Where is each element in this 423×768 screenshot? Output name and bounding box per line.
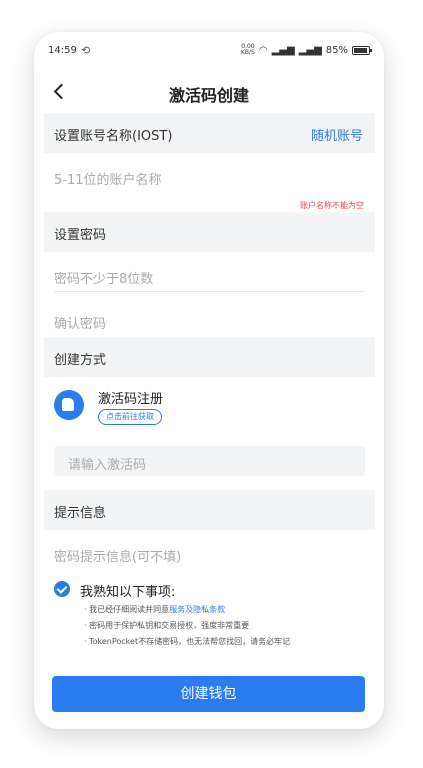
- divider: [54, 291, 365, 292]
- battery-percent: 85%: [325, 44, 348, 56]
- account-name-placeholder: 5-11位的账户名称: [54, 173, 162, 188]
- hint-placeholder: 密码提示信息(可不填): [54, 550, 182, 565]
- signal-icon: ▂▄▆: [271, 44, 295, 56]
- hint-input[interactable]: 密码提示信息(可不填): [54, 532, 365, 576]
- agreement-title: 我熟知以下事项:: [80, 585, 176, 600]
- status-indicators: 0.00 KB/S ◠ ▂▄▆ ▂▄▆ 85%: [241, 44, 372, 56]
- account-name-input[interactable]: 5-11位的账户名称: [54, 155, 365, 199]
- battery-icon: [352, 45, 372, 55]
- hint-section-header: 提示信息: [44, 490, 375, 530]
- hint-label: 提示信息: [54, 506, 107, 521]
- agreement-line-3: · TokenPocket不存储密码，也无法帮您找回，请务必牢记: [84, 637, 291, 646]
- confirm-password-placeholder: 确认密码: [54, 317, 107, 332]
- password-placeholder: 密码不少于8位数: [54, 272, 154, 287]
- activation-option[interactable]: 激活码注册 点击前往获取: [54, 384, 365, 429]
- get-activation-link[interactable]: 点击前往获取: [98, 409, 162, 425]
- status-time: 14:59: [48, 45, 77, 56]
- account-label: 设置账号名称(IOST): [54, 129, 173, 144]
- random-account-link[interactable]: 随机账号: [311, 125, 363, 144]
- tokenpocket-logo-icon: [54, 390, 84, 420]
- sync-icon: ⟲: [81, 44, 91, 57]
- network-speed: 0.00 KB/S: [241, 44, 255, 56]
- checkbox-checked-icon[interactable]: [54, 581, 70, 597]
- privacy-terms-link[interactable]: 服务及隐私条款: [169, 605, 225, 614]
- wifi-icon: ◠: [258, 44, 268, 56]
- method-section-header: 创建方式: [44, 337, 375, 377]
- account-error-text: 账户名称不能为空: [300, 201, 364, 210]
- account-section-header: 设置账号名称(IOST) 随机账号: [44, 113, 375, 153]
- agreement-line-1-text: · 我已经仔细阅读并同意: [84, 605, 170, 614]
- network-speed-unit: KB/S: [240, 49, 255, 56]
- agreement-line-2: · 密码用于保护私钥和交易授权，强度非常重要: [84, 621, 250, 630]
- password-label: 设置密码: [54, 228, 107, 243]
- nav-bar: 激活码创建: [34, 72, 384, 112]
- password-section-header: 设置密码: [44, 212, 375, 252]
- agreement-block: 我熟知以下事项: · 我已经仔细阅读并同意服务及隐私条款 · 密码用于保护私钥和…: [54, 580, 365, 650]
- agreement-line-1: · 我已经仔细阅读并同意服务及隐私条款: [84, 604, 225, 615]
- activation-code-placeholder: 请输入激活码: [68, 458, 147, 473]
- page-title: 激活码创建: [168, 86, 249, 105]
- activation-title: 激活码注册: [98, 392, 164, 407]
- signal-icon-2: ▂▄▆: [298, 44, 322, 56]
- method-label: 创建方式: [54, 353, 107, 368]
- create-wallet-button[interactable]: 创建钱包: [52, 676, 365, 712]
- phone-frame: 14:59 ⟲ 0.00 KB/S ◠ ▂▄▆ ▂▄▆ 85% 激活码创建 设置…: [34, 32, 384, 729]
- activation-code-input[interactable]: 请输入激活码: [54, 446, 365, 476]
- status-bar: 14:59 ⟲ 0.00 KB/S ◠ ▂▄▆ ▂▄▆ 85%: [34, 32, 384, 72]
